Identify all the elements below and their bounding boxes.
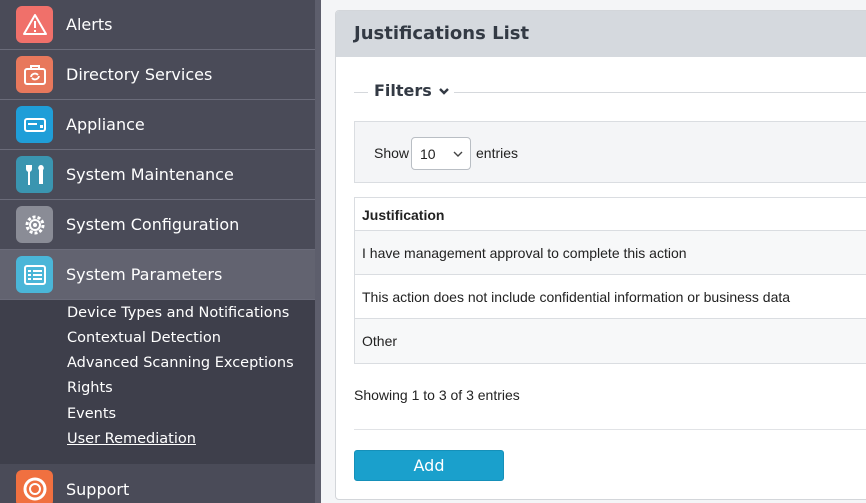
sidebar-item-label: Directory Services (66, 65, 213, 84)
sidebar-item-system-maintenance[interactable]: System Maintenance (0, 150, 315, 200)
entries-select[interactable]: 10 (411, 137, 471, 170)
subitem-rights[interactable]: Rights (67, 380, 113, 396)
sidebar-item-label: System Maintenance (66, 165, 234, 184)
tools-icon (16, 156, 53, 193)
filters-toggle[interactable]: Filters (374, 81, 450, 100)
chevron-down-icon (438, 87, 449, 95)
chevron-down-icon (453, 151, 463, 157)
sidebar-item-label: Appliance (66, 115, 145, 134)
divider (454, 92, 866, 93)
table-row[interactable]: I have management approval to complete t… (355, 231, 866, 275)
list-icon (16, 256, 53, 293)
table-row[interactable]: Other (355, 319, 866, 363)
alert-triangle-icon (16, 6, 53, 43)
add-button[interactable]: Add (354, 450, 504, 481)
page-title: Justifications List (354, 23, 530, 44)
lifebuoy-icon (16, 470, 53, 503)
divider (354, 92, 368, 93)
subitem-advanced-scanning-exceptions[interactable]: Advanced Scanning Exceptions (67, 355, 294, 371)
panel-header: Justifications List (336, 11, 866, 57)
sidebar-scrollbar[interactable] (315, 0, 321, 503)
show-label: Show (374, 145, 410, 161)
table-cell: Other (362, 333, 398, 349)
sidebar-item-system-configuration[interactable]: System Configuration (0, 200, 315, 250)
justifications-table: Justification I have management approval… (354, 197, 866, 364)
table-cell: This action does not include confidentia… (362, 289, 791, 305)
sidebar-item-alerts[interactable]: Alerts (0, 0, 315, 50)
appliance-icon (16, 106, 53, 143)
filters-label: Filters (374, 81, 432, 100)
subitem-events[interactable]: Events (67, 406, 116, 422)
sidebar-item-label: System Configuration (66, 215, 240, 234)
sidebar-item-appliance[interactable]: Appliance (0, 100, 315, 150)
entries-select-value: 10 (420, 146, 436, 162)
sidebar-submenu: Device Types and Notifications Contextua… (0, 300, 315, 464)
directory-sync-icon (16, 56, 53, 93)
table-row[interactable]: This action does not include confidentia… (355, 275, 866, 319)
sidebar-item-directory-services[interactable]: Directory Services (0, 50, 315, 100)
table-info: Showing 1 to 3 of 3 entries (354, 387, 520, 403)
sidebar-item-label: Support (66, 479, 130, 499)
subitem-contextual-detection[interactable]: Contextual Detection (67, 330, 221, 346)
column-header-justification[interactable]: Justification (355, 198, 866, 231)
sidebar-item-support[interactable]: Support (0, 464, 315, 503)
sidebar-item-label: Alerts (66, 15, 113, 34)
sidebar-nav: Alerts Directory Services Appliance Syst… (0, 0, 315, 503)
sidebar-item-label: System Parameters (66, 265, 223, 284)
justifications-panel: Justifications List Filters Show 10 entr… (335, 10, 866, 500)
entries-length-bar: Show 10 entries (354, 121, 866, 183)
entries-label: entries (476, 145, 519, 161)
gear-icon (16, 206, 53, 243)
column-header-label: Justification (362, 207, 445, 223)
subitem-user-remediation[interactable]: User Remediation (67, 431, 196, 447)
subitem-device-types[interactable]: Device Types and Notifications (67, 305, 289, 321)
filters-section: Filters (354, 81, 866, 105)
sidebar-item-system-parameters[interactable]: System Parameters (0, 250, 315, 300)
table-cell: I have management approval to complete t… (362, 245, 687, 261)
divider (354, 429, 866, 430)
